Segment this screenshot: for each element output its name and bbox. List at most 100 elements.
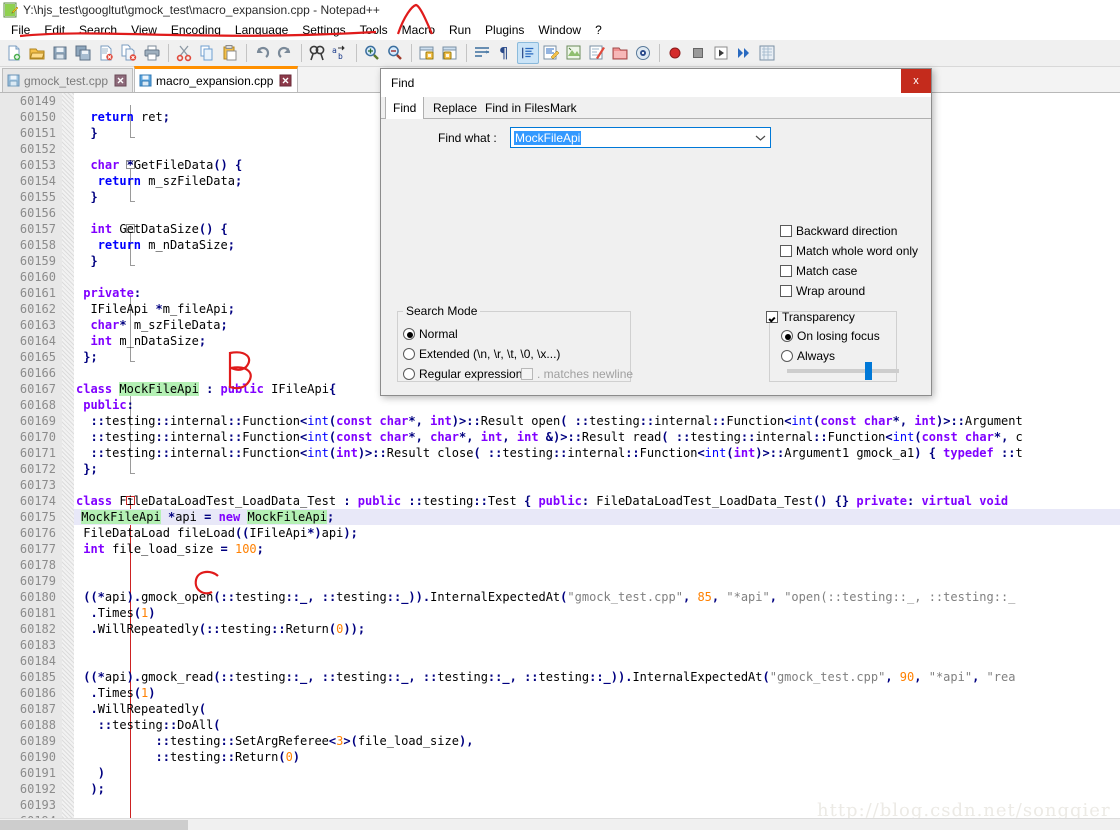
close-file-icon[interactable] xyxy=(95,42,117,64)
code-line[interactable]: } xyxy=(76,189,97,205)
match-whole-word-only-checkbox[interactable]: Match whole word only xyxy=(780,244,918,258)
run-icon[interactable] xyxy=(756,42,778,64)
sync-horizontal-scroll-icon[interactable] xyxy=(439,42,461,64)
menu-item-view[interactable]: View xyxy=(124,21,164,39)
user-defined-language-icon[interactable] xyxy=(540,42,562,64)
code-line[interactable]: int file_load_size = 100; xyxy=(76,541,264,557)
code-line[interactable] xyxy=(76,269,83,285)
code-line[interactable]: return m_nDataSize; xyxy=(76,237,235,253)
code-line[interactable]: ::testing::SetArgReferee<3>(file_load_si… xyxy=(76,733,473,749)
transparency-always-radio[interactable]: Always xyxy=(781,349,835,363)
undo-icon[interactable] xyxy=(251,42,273,64)
backward-direction-checkbox[interactable]: Backward direction xyxy=(780,224,897,238)
menu-item-tools[interactable]: Tools xyxy=(353,21,395,39)
horizontal-scrollbar[interactable] xyxy=(0,818,1120,830)
play-macro-icon[interactable] xyxy=(710,42,732,64)
redo-icon[interactable] xyxy=(274,42,296,64)
code-line[interactable] xyxy=(76,653,83,669)
code-line[interactable]: ((*api).gmock_read(::testing::_, ::testi… xyxy=(76,669,1015,685)
transparency-slider[interactable] xyxy=(787,369,899,373)
close-icon[interactable]: x xyxy=(901,69,931,93)
code-line[interactable]: ) xyxy=(76,765,105,781)
save-icon[interactable] xyxy=(49,42,71,64)
code-line[interactable]: class FileDataLoadTest_LoadData_Test : p… xyxy=(76,493,1008,509)
tab-macro-expansion-cpp[interactable]: macro_expansion.cpp xyxy=(134,66,299,92)
search-mode-extended-radio[interactable]: Extended (\n, \r, \t, \0, \x...) xyxy=(403,347,560,361)
menu-item-macro[interactable]: Macro xyxy=(395,21,442,39)
code-line[interactable]: private: xyxy=(76,285,141,301)
close-tab-icon[interactable] xyxy=(114,74,127,87)
code-line[interactable]: int GetDataSize() { xyxy=(76,221,227,237)
tab-replace[interactable]: Replace xyxy=(426,97,484,119)
close-tab-icon[interactable] xyxy=(279,74,292,87)
find-dialog[interactable]: Find x Find Replace Find in Files Mark F… xyxy=(380,68,932,396)
code-line[interactable]: int m_nDataSize; xyxy=(76,333,206,349)
search-mode-normal-radio[interactable]: Normal xyxy=(403,327,458,341)
code-line[interactable]: IFileApi *m_fileApi; xyxy=(76,301,235,317)
open-file-icon[interactable] xyxy=(26,42,48,64)
stop-recording-icon[interactable] xyxy=(687,42,709,64)
indent-guide-icon[interactable] xyxy=(517,42,539,64)
replace-icon[interactable]: ab xyxy=(329,42,351,64)
transparency-checkbox[interactable]: Transparency xyxy=(766,310,855,324)
new-file-icon[interactable] xyxy=(3,42,25,64)
menu-item-edit[interactable]: Edit xyxy=(37,21,72,39)
paste-icon[interactable] xyxy=(219,42,241,64)
tab-gmock-test-cpp[interactable]: gmock_test.cpp xyxy=(2,68,134,92)
code-line[interactable] xyxy=(76,637,83,653)
code-line[interactable]: } xyxy=(76,125,97,141)
find-icon[interactable] xyxy=(306,42,328,64)
code-line[interactable]: ::testing::Return(0) xyxy=(76,749,300,765)
find-what-input[interactable]: MockFileApi xyxy=(510,127,771,148)
code-line[interactable]: class MockFileApi : public IFileApi{ xyxy=(76,381,336,397)
code-line[interactable] xyxy=(76,477,83,493)
code-line[interactable] xyxy=(76,365,83,381)
code-line[interactable]: .WillRepeatedly( xyxy=(76,701,206,717)
menu-item-language[interactable]: Language xyxy=(228,21,295,39)
show-document-map-icon[interactable] xyxy=(563,42,585,64)
wrap-around-checkbox[interactable]: Wrap around xyxy=(780,284,865,298)
monitoring-icon[interactable] xyxy=(632,42,654,64)
code-folding-margin[interactable]: −−−− xyxy=(62,93,135,830)
tab-find[interactable]: Find xyxy=(385,97,425,120)
menu-item-run[interactable]: Run xyxy=(442,21,478,39)
code-line[interactable]: ); xyxy=(76,781,104,797)
code-line[interactable] xyxy=(76,205,83,221)
code-line[interactable]: } xyxy=(76,253,97,269)
match-case-checkbox[interactable]: Match case xyxy=(780,264,857,278)
function-list-icon[interactable] xyxy=(586,42,608,64)
code-line[interactable]: char* m_szFileData; xyxy=(76,317,227,333)
menu-item-settings[interactable]: Settings xyxy=(295,21,352,39)
menu-item-plugins[interactable]: Plugins xyxy=(478,21,531,39)
cut-icon[interactable] xyxy=(173,42,195,64)
code-line[interactable] xyxy=(76,573,83,589)
code-line[interactable] xyxy=(76,797,83,813)
horizontal-scrollbar-thumb[interactable] xyxy=(0,820,188,830)
run-macro-multiple-icon[interactable] xyxy=(733,42,755,64)
code-line[interactable] xyxy=(76,141,83,157)
folder-as-workspace-icon[interactable] xyxy=(609,42,631,64)
code-line[interactable]: ((*api).gmock_open(::testing::_, ::testi… xyxy=(76,589,1015,605)
transparency-slider-thumb[interactable] xyxy=(865,362,872,380)
code-line[interactable]: public: xyxy=(76,397,134,413)
menu-item-encoding[interactable]: Encoding xyxy=(164,21,228,39)
transparency-on-losing-focus-radio[interactable]: On losing focus xyxy=(781,329,880,343)
save-all-icon[interactable] xyxy=(72,42,94,64)
show-all-characters-icon[interactable]: ¶ xyxy=(494,42,516,64)
word-wrap-icon[interactable] xyxy=(471,42,493,64)
code-line[interactable]: char *GetFileData() { xyxy=(76,157,242,173)
copy-icon[interactable] xyxy=(196,42,218,64)
code-line[interactable] xyxy=(76,93,83,109)
code-line[interactable]: ::testing::internal::Function<int(const … xyxy=(76,429,1022,445)
chevron-down-icon[interactable] xyxy=(751,128,770,147)
record-macro-icon[interactable] xyxy=(664,42,686,64)
code-line[interactable]: .Times(1) xyxy=(76,605,155,621)
menu-item-help[interactable]: ? xyxy=(588,21,609,39)
print-icon[interactable] xyxy=(141,42,163,64)
code-line[interactable]: .WillRepeatedly(::testing::Return(0)); xyxy=(76,621,365,637)
tab-mark[interactable]: Mark xyxy=(543,97,584,119)
code-line[interactable]: MockFileApi *api = new MockFileApi; xyxy=(74,509,1120,525)
code-line[interactable]: ::testing::internal::Function<int(int)>:… xyxy=(76,445,1022,461)
code-line[interactable] xyxy=(76,557,83,573)
code-line[interactable]: return ret; xyxy=(76,109,170,125)
